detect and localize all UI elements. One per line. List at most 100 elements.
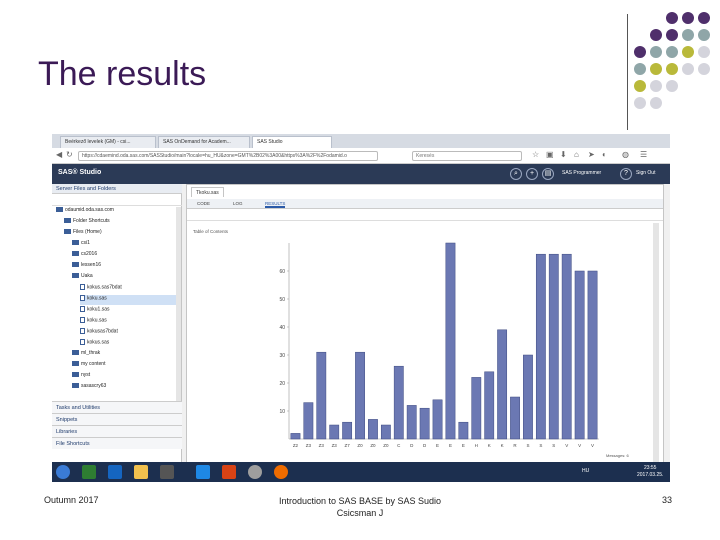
tree-folder[interactable]: nyst	[72, 372, 176, 382]
start-icon[interactable]	[56, 465, 70, 479]
tree-file[interactable]: koku.sas	[80, 295, 176, 305]
tree-label: ml_thrak	[81, 350, 101, 356]
home-icon[interactable]: ⌂	[574, 150, 579, 159]
share-icon[interactable]: ➤	[588, 150, 595, 159]
browser-tab-sas-ondemand[interactable]: SAS OnDemand for Academ...	[158, 136, 250, 148]
refresh-icon[interactable]: ↻	[66, 150, 73, 159]
sas-studio-header: SAS® Studio ⌕ + ▤ SAS Programmer ? Sign …	[52, 164, 670, 184]
x-tick-label: D	[423, 443, 427, 448]
tree-label: lessen16	[81, 262, 102, 268]
tree-folder[interactable]: lessen16	[72, 262, 176, 272]
tree-folder[interactable]: csi1	[72, 240, 176, 250]
tree-file[interactable]: kokus.sas7bdat	[80, 284, 176, 294]
tree-folder[interactable]: Folder Shortcuts	[64, 218, 176, 228]
decor-dot	[666, 80, 678, 92]
tab-log[interactable]: LOG	[233, 201, 243, 206]
tree-scrollbar[interactable]	[176, 207, 181, 402]
tree-label: odaumid.oda.sas.com	[65, 207, 114, 213]
chrome-icon[interactable]	[248, 465, 262, 479]
extension-icon[interactable]: ◍	[622, 150, 629, 159]
new-icon[interactable]: +	[526, 168, 538, 180]
file-icon	[80, 328, 85, 334]
tree-folder[interactable]: Files (Home)	[64, 229, 176, 239]
bar	[587, 270, 598, 440]
browser-search-input[interactable]: Keresés	[412, 151, 522, 161]
tree-folder[interactable]: Uaka	[72, 273, 176, 283]
tree-folder[interactable]: cs2016	[72, 251, 176, 261]
footer-center: Introduction to SAS BASE by SAS Sudio Cs…	[240, 495, 480, 519]
tree-label: my content	[81, 361, 106, 367]
section-file-shortcuts[interactable]: File Shortcuts	[52, 437, 182, 449]
star-icon[interactable]: ☆	[532, 150, 539, 159]
decor-dot	[698, 29, 710, 41]
tree-file[interactable]: koku.sas	[80, 317, 176, 327]
bar	[368, 419, 378, 440]
navigation-pane: Server Files and Folders odaumid.oda.sas…	[52, 184, 182, 466]
back-icon[interactable]: ◀	[56, 150, 62, 159]
server-files-header[interactable]: Server Files and Folders	[52, 184, 182, 194]
section-libraries[interactable]: Libraries	[52, 425, 182, 437]
ie-icon[interactable]	[196, 465, 210, 479]
tree-file[interactable]: kokus.sas	[80, 339, 176, 349]
url-input[interactable]: https://cdaemind.oda.sas.com/SASStudio/m…	[78, 151, 378, 161]
bar	[484, 371, 495, 440]
explorer-icon[interactable]	[134, 465, 148, 479]
clipboard-icon[interactable]: ▣	[546, 150, 554, 159]
x-tick-label: Z0	[357, 443, 363, 448]
tree-folder[interactable]: my content	[72, 361, 176, 371]
tab-code[interactable]: CODE	[197, 201, 210, 206]
bar	[380, 424, 391, 440]
word-icon[interactable]	[108, 465, 122, 479]
folder-icon	[72, 240, 79, 246]
table-of-contents[interactable]: Table of Contents	[193, 229, 228, 234]
results-toolbar	[187, 209, 663, 221]
tree-label: Uaka	[81, 273, 93, 279]
x-tick-label: V	[578, 443, 581, 448]
browser-tab-sas-studio[interactable]: SAS Studio	[252, 136, 332, 148]
shield-icon[interactable]: ◐	[602, 150, 607, 159]
tree-folder[interactable]: ml_thrak	[72, 350, 176, 360]
browser-tab-gmail[interactable]: Beérkező levelek (GM) - csi...	[60, 136, 156, 148]
footer-center-line2: Csicsman J	[336, 508, 384, 518]
x-tick-label: Z3	[306, 443, 312, 448]
page-number: 33	[662, 495, 673, 505]
tree-file[interactable]: koku1.sas	[80, 306, 176, 316]
x-tick-label: H	[475, 443, 478, 448]
open-icon[interactable]: ▤	[542, 168, 554, 180]
tab-results[interactable]: RESULTS	[265, 201, 286, 208]
decor-dot	[698, 46, 710, 58]
menu-icon[interactable]: ☰	[640, 150, 647, 159]
windows-taskbar: HU 23:55 2017.03.25.	[52, 462, 670, 482]
decor-dot	[698, 12, 710, 24]
firefox-icon[interactable]	[274, 465, 288, 479]
tree-folder[interactable]: sasascry63	[72, 383, 176, 393]
tree-file[interactable]: kokusas7bdat	[80, 328, 176, 338]
language-indicator[interactable]: HU	[582, 468, 589, 474]
results-scrollbar[interactable]	[653, 223, 659, 463]
tree-label: Files (Home)	[73, 229, 102, 235]
folder-icon	[64, 218, 71, 224]
section-tasks[interactable]: Tasks and Utilities	[52, 401, 182, 413]
decor-dot	[682, 46, 694, 58]
download-icon[interactable]: ⬇	[560, 150, 567, 159]
search-icon[interactable]: ⌕	[510, 168, 522, 180]
folder-icon	[72, 350, 79, 356]
bar	[393, 365, 404, 440]
sign-out-button[interactable]: Sign Out	[636, 170, 655, 176]
tree-folder[interactable]: odaumid.oda.sas.com	[56, 207, 176, 217]
messages-count[interactable]: Messages: 6	[606, 453, 629, 458]
bar	[458, 421, 469, 440]
bar	[406, 405, 417, 440]
powerpoint-icon[interactable]	[222, 465, 236, 479]
section-snippets[interactable]: Snippets	[52, 413, 182, 425]
clock[interactable]: 23:55 2017.03.25.	[637, 465, 663, 479]
help-icon[interactable]: ?	[620, 168, 632, 180]
app-icon[interactable]	[160, 465, 174, 479]
folder-icon	[72, 372, 79, 378]
editor-tab[interactable]: Tkoku.sas	[191, 187, 224, 197]
excel-icon[interactable]	[82, 465, 96, 479]
decor-dot	[650, 63, 662, 75]
x-tick-label: C	[397, 443, 401, 448]
y-tick-label: 60	[279, 269, 285, 275]
perspective-selector[interactable]: SAS Programmer	[562, 170, 601, 176]
